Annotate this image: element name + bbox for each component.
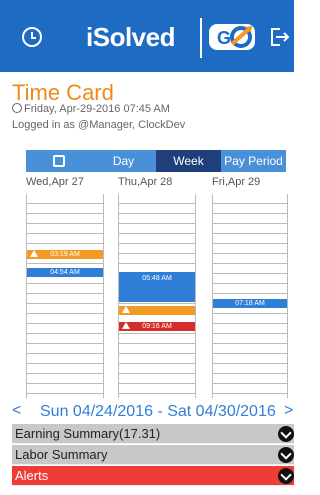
punch-event[interactable]: 07:18 AM [213, 299, 287, 308]
punch-time: 07:18 AM [235, 300, 265, 307]
next-week-button[interactable]: > [284, 402, 293, 420]
day-label-thu: Thu,Apr 28 [118, 176, 173, 188]
labor-summary-section[interactable]: Labor Summary [12, 445, 294, 465]
day-column-thu[interactable]: 05:48 AM 09:16 AM [118, 194, 196, 398]
prev-week-button[interactable]: < [12, 402, 21, 420]
chevron-down-icon [278, 468, 294, 484]
section-label: Labor Summary [15, 447, 108, 462]
section-label: Alerts [15, 468, 49, 483]
week-navigator: < Sun 04/24/2016 - Sat 04/30/2016 > [0, 402, 294, 422]
punch-event[interactable]: 05:48 AM [119, 272, 195, 302]
week-range: Sun 04/24/2016 - Sat 04/30/2016 [40, 403, 276, 420]
day-column-wed[interactable]: 03:19 AM 04:54 AM [26, 194, 104, 398]
warning-icon [122, 306, 130, 313]
chevron-down-icon [278, 447, 294, 463]
warning-icon [122, 322, 130, 329]
current-datetime-text: Friday, Apr-29-2016 07:45 AM [24, 103, 170, 115]
punch-event[interactable]: 04:54 AM [27, 268, 103, 277]
chevron-down-icon [278, 426, 294, 442]
brand-name: iSolved [86, 22, 175, 52]
tab-week[interactable]: Week [156, 150, 221, 172]
punch-event[interactable] [119, 306, 195, 315]
brand-divider [200, 18, 202, 58]
clock-small-icon [12, 103, 22, 113]
day-label-wed: Wed,Apr 27 [26, 176, 84, 188]
punch-time: 05:48 AM [142, 275, 172, 282]
current-datetime: Friday, Apr-29-2016 07:45 AM [12, 103, 170, 115]
earning-summary-section[interactable]: Earning Summary(17.31) [12, 424, 294, 444]
punch-event[interactable]: 09:16 AM [119, 322, 195, 331]
tab-calendar[interactable] [26, 150, 91, 172]
day-column-fri[interactable]: 07:18 AM [212, 194, 288, 398]
view-tabs: Day Week Pay Period [26, 150, 286, 172]
tab-pay-period[interactable]: Pay Period [221, 150, 286, 172]
punch-time: 09:16 AM [142, 323, 172, 330]
punch-event[interactable]: 03:19 AM [27, 250, 103, 259]
warning-icon [30, 250, 38, 257]
app-header: iSolved G [0, 0, 294, 72]
alerts-section[interactable]: Alerts [12, 466, 294, 486]
go-logo-icon: G [209, 24, 255, 50]
day-label-fri: Fri,Apr 29 [212, 176, 261, 188]
calendar-icon [52, 155, 65, 167]
tab-day[interactable]: Day [91, 150, 156, 172]
punch-time: 03:19 AM [50, 251, 80, 258]
clock-icon[interactable] [22, 27, 42, 47]
logged-in-info: Logged in as @Manager, ClockDev [12, 119, 186, 131]
svg-text:G: G [217, 28, 231, 48]
section-label: Earning Summary(17.31) [15, 426, 161, 441]
logout-icon[interactable] [268, 26, 290, 48]
punch-time: 04:54 AM [50, 269, 80, 276]
